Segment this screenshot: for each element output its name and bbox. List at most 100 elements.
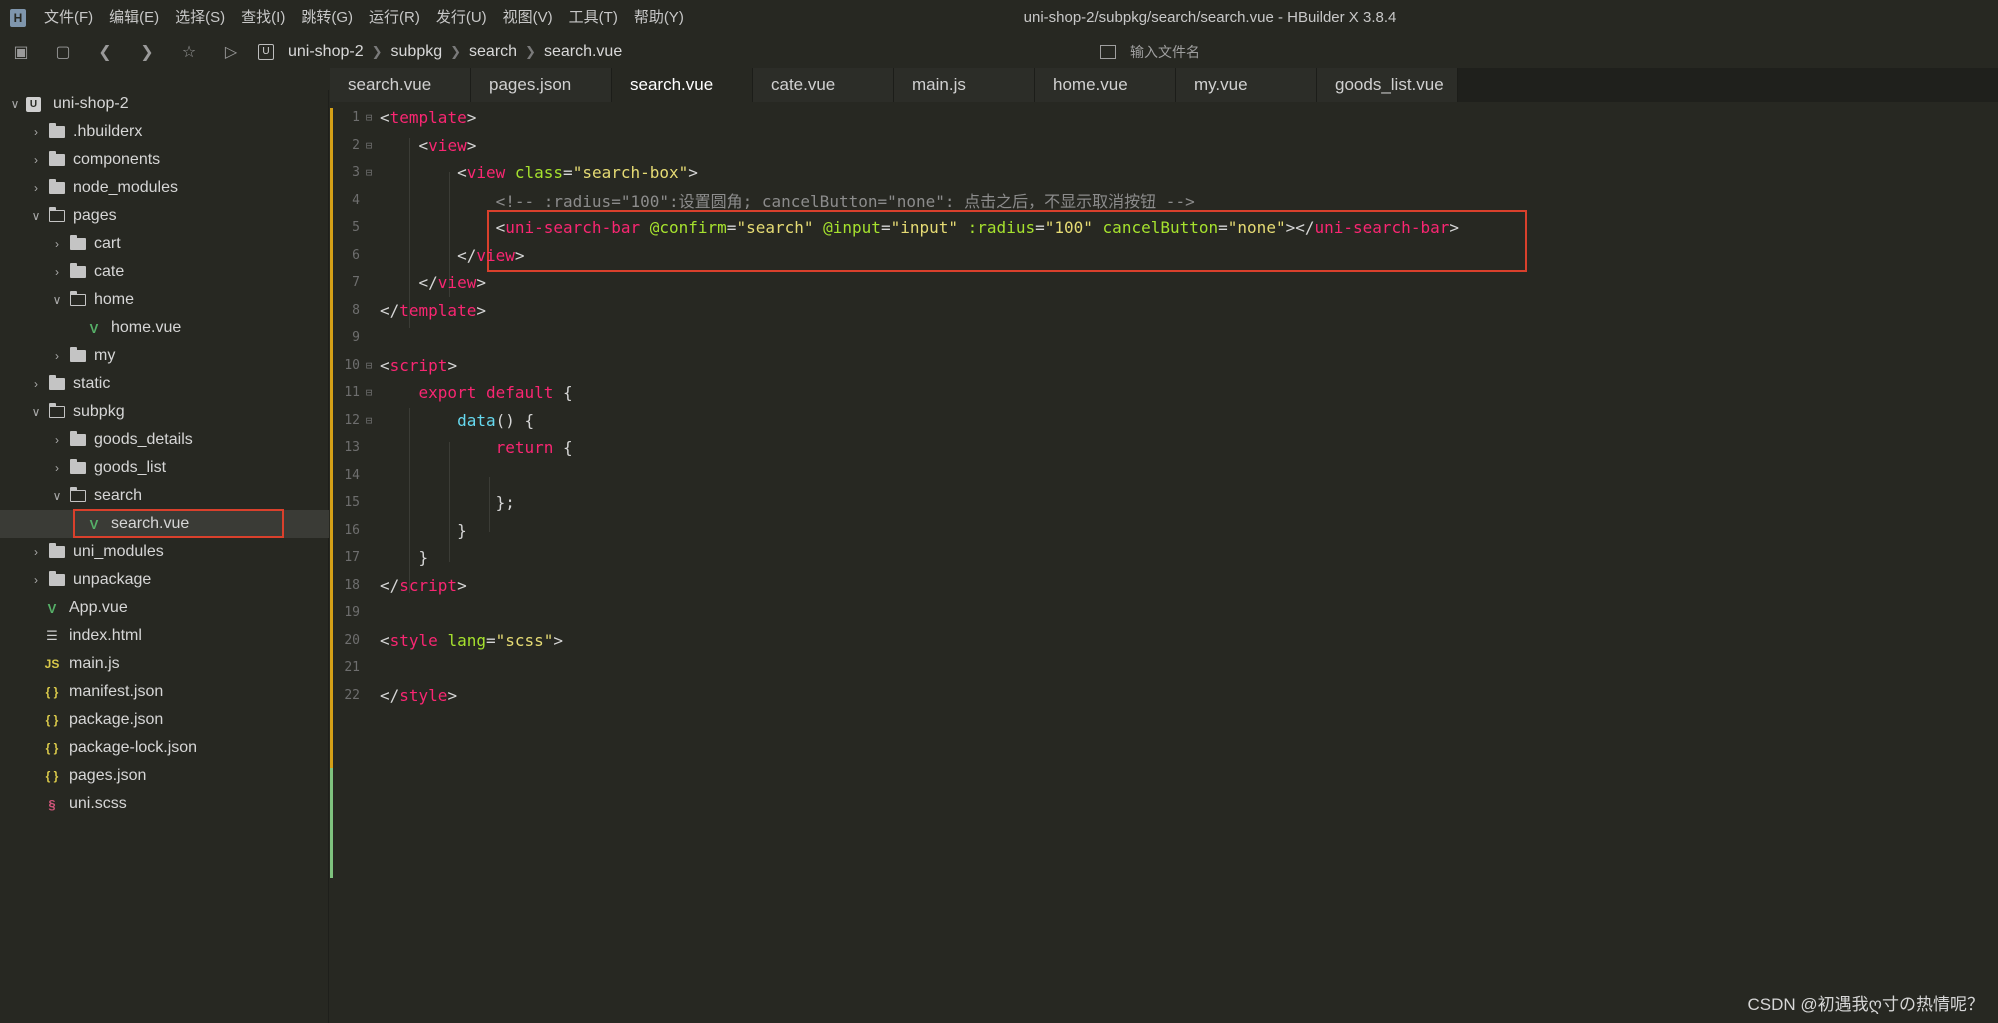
tree-item[interactable]: { } pages.json bbox=[0, 762, 329, 790]
tab-search-vue[interactable]: search.vue bbox=[612, 68, 753, 102]
tree-item[interactable]: ∨ pages bbox=[0, 202, 329, 230]
chevron-right-icon[interactable]: › bbox=[29, 125, 43, 139]
save-icon[interactable]: ▢ bbox=[42, 36, 84, 68]
chevron-down-icon[interactable]: ∨ bbox=[50, 489, 64, 503]
tab-pages-json[interactable]: pages.json bbox=[471, 68, 612, 102]
menu-item[interactable]: 跳转(G) bbox=[293, 0, 361, 36]
chevron-right-icon[interactable]: › bbox=[29, 377, 43, 391]
tree-item[interactable]: § uni.scss bbox=[0, 790, 329, 818]
code-line[interactable]: 15 }; bbox=[330, 489, 1998, 517]
fold-toggle-icon[interactable]: ⊟ bbox=[362, 111, 376, 124]
menu-item[interactable]: 选择(S) bbox=[167, 0, 233, 36]
tree-item[interactable]: ∨ home bbox=[0, 286, 329, 314]
code-line[interactable]: 22 </style> bbox=[330, 682, 1998, 710]
menu-item[interactable]: 工具(T) bbox=[561, 0, 626, 36]
chevron-right-icon[interactable]: › bbox=[29, 181, 43, 195]
menu-item[interactable]: 发行(U) bbox=[428, 0, 495, 36]
code-line[interactable]: 21 bbox=[330, 654, 1998, 682]
code-editor[interactable]: 1 ⊟ <template> 2 ⊟ <view> 3 ⊟ <view class="sea… bbox=[330, 102, 1998, 1023]
fold-toggle-icon[interactable]: ⊟ bbox=[362, 359, 376, 372]
tree-item[interactable]: › uni_modules bbox=[0, 538, 329, 566]
menu-item[interactable]: 文件(F) bbox=[36, 0, 101, 36]
forward-icon[interactable]: ❯ bbox=[126, 36, 168, 68]
menu-item[interactable]: 帮助(Y) bbox=[626, 0, 692, 36]
tree-item[interactable]: › goods_details bbox=[0, 426, 329, 454]
tab-search-vue[interactable]: search.vue bbox=[330, 68, 471, 102]
code-line[interactable]: 4 <!-- :radius="100":设置圆角; cancelButton=… bbox=[330, 187, 1998, 215]
tab-cate-vue[interactable]: cate.vue bbox=[753, 68, 894, 102]
chevron-down-icon[interactable]: ∨ bbox=[29, 209, 43, 223]
code-line[interactable]: 2 ⊟ <view> bbox=[330, 132, 1998, 160]
chevron-right-icon[interactable]: › bbox=[50, 349, 64, 363]
fold-toggle-icon[interactable]: ⊟ bbox=[362, 139, 376, 152]
breadcrumb-item[interactable]: uni-shop-2 bbox=[288, 43, 364, 61]
code-line[interactable]: 12 ⊟ data() { bbox=[330, 407, 1998, 435]
menu-item[interactable]: 查找(I) bbox=[233, 0, 293, 36]
code-line[interactable]: 16 } bbox=[330, 517, 1998, 545]
tree-item[interactable]: { } package-lock.json bbox=[0, 734, 329, 762]
tree-item[interactable]: › unpackage bbox=[0, 566, 329, 594]
run-icon[interactable]: ▷ bbox=[210, 36, 252, 68]
menu-item[interactable]: 编辑(E) bbox=[101, 0, 167, 36]
line-number: 3 bbox=[352, 165, 360, 181]
tree-item[interactable]: V App.vue bbox=[0, 594, 329, 622]
breadcrumb-item[interactable]: search.vue bbox=[544, 43, 622, 61]
star-icon[interactable]: ☆ bbox=[168, 36, 210, 68]
tab-my-vue[interactable]: my.vue bbox=[1176, 68, 1317, 102]
chevron-right-icon[interactable]: › bbox=[29, 153, 43, 167]
tree-item[interactable]: › goods_list bbox=[0, 454, 329, 482]
chevron-right-icon[interactable]: › bbox=[29, 545, 43, 559]
tree-item[interactable]: JS main.js bbox=[0, 650, 329, 678]
code-line[interactable]: 14 bbox=[330, 462, 1998, 490]
code-line[interactable]: 17 } bbox=[330, 544, 1998, 572]
tree-item[interactable]: { } package.json bbox=[0, 706, 329, 734]
chevron-down-icon[interactable]: ∨ bbox=[50, 293, 64, 307]
chevron-right-icon[interactable]: › bbox=[50, 265, 64, 279]
code-line[interactable]: 18 </script> bbox=[330, 572, 1998, 600]
code-line[interactable]: 19 bbox=[330, 599, 1998, 627]
code-line[interactable]: 11 ⊟ export default { bbox=[330, 379, 1998, 407]
tab-goods-list-vue[interactable]: goods_list.vue bbox=[1317, 68, 1458, 102]
chevron-right-icon[interactable]: › bbox=[50, 237, 64, 251]
chevron-right-icon[interactable]: › bbox=[50, 461, 64, 475]
chevron-down-icon[interactable]: ∨ bbox=[8, 97, 22, 111]
code-line[interactable]: 10 ⊟ <script> bbox=[330, 352, 1998, 380]
fold-toggle-icon[interactable]: ⊟ bbox=[362, 414, 376, 427]
chevron-down-icon[interactable]: ∨ bbox=[29, 405, 43, 419]
tab-home-vue[interactable]: home.vue bbox=[1035, 68, 1176, 102]
tree-item[interactable]: Vhome.vue bbox=[0, 314, 329, 342]
code-line[interactable]: 3 ⊟ <view class="search-box"> bbox=[330, 159, 1998, 187]
code-line[interactable]: 8 </template> bbox=[330, 297, 1998, 325]
tab-main-js[interactable]: main.js bbox=[894, 68, 1035, 102]
tree-item[interactable]: ∨ search bbox=[0, 482, 329, 510]
tree-item[interactable]: › cart bbox=[0, 230, 329, 258]
code-line[interactable]: 13 return { bbox=[330, 434, 1998, 462]
breadcrumb-item[interactable]: search bbox=[469, 43, 517, 61]
code-line[interactable]: 6 </view> bbox=[330, 242, 1998, 270]
breadcrumb-item[interactable]: subpkg bbox=[391, 43, 443, 61]
tree-item[interactable]: › components bbox=[0, 146, 329, 174]
fold-toggle-icon[interactable]: ⊟ bbox=[362, 166, 376, 179]
tree-item[interactable]: › cate bbox=[0, 258, 329, 286]
chevron-right-icon[interactable]: › bbox=[29, 573, 43, 587]
code-line[interactable]: 1 ⊟ <template> bbox=[330, 104, 1998, 132]
tree-item[interactable]: › .hbuilderx bbox=[0, 118, 329, 146]
code-line[interactable]: 7 </view> bbox=[330, 269, 1998, 297]
tree-item[interactable]: › static bbox=[0, 370, 329, 398]
code-line[interactable]: 9 bbox=[330, 324, 1998, 352]
tree-item[interactable]: ∨ subpkg bbox=[0, 398, 329, 426]
menu-item[interactable]: 运行(R) bbox=[361, 0, 428, 36]
fold-toggle-icon[interactable]: ⊟ bbox=[362, 386, 376, 399]
tree-item[interactable]: › my bbox=[0, 342, 329, 370]
code-line[interactable]: 5 <uni-search-bar @confirm="search" @inp… bbox=[330, 214, 1998, 242]
file-search-input[interactable]: 输入文件名 bbox=[1100, 36, 1200, 68]
new-file-icon[interactable]: ▣ bbox=[0, 36, 42, 68]
tree-item[interactable]: ∨ Uuni-shop-2 bbox=[0, 90, 329, 118]
back-icon[interactable]: ❮ bbox=[84, 36, 126, 68]
chevron-right-icon[interactable]: › bbox=[50, 433, 64, 447]
menu-item[interactable]: 视图(V) bbox=[495, 0, 561, 36]
tree-item[interactable]: › node_modules bbox=[0, 174, 329, 202]
tree-item[interactable]: ☰ index.html bbox=[0, 622, 329, 650]
code-line[interactable]: 20 <style lang="scss"> bbox=[330, 627, 1998, 655]
tree-item[interactable]: { } manifest.json bbox=[0, 678, 329, 706]
